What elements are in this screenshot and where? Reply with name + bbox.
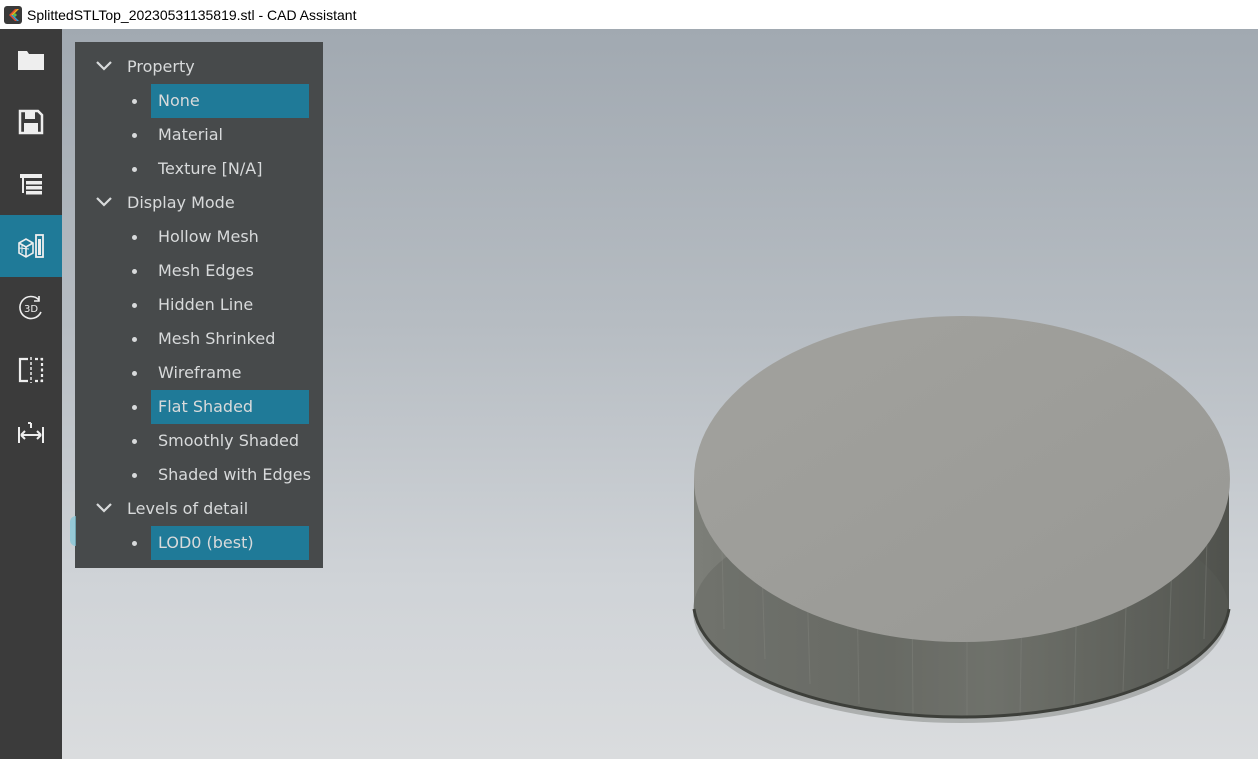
open-file-button[interactable] [0,29,62,91]
option-shaded-with-edges[interactable]: Shaded with Edges [75,458,323,492]
bullet-icon [132,99,137,104]
option-flat-shaded[interactable]: Flat Shaded [75,390,323,424]
option-mesh-shrinked[interactable]: Mesh Shrinked [75,322,323,356]
app-logo-icon [4,5,22,24]
bullet-icon [132,473,137,478]
option-hollow-mesh[interactable]: Hollow Mesh [75,220,323,254]
option-smoothly-shaded[interactable]: Smoothly Shaded [75,424,323,458]
option-box[interactable]: Mesh Shrinked [151,322,309,356]
option-box[interactable]: Texture [N/A] [151,152,309,186]
option-box[interactable]: Mesh Edges [151,254,309,288]
option-lod0-best[interactable]: LOD0 (best) [75,526,323,560]
bullet-icon [132,439,137,444]
option-label: Shaded with Edges [158,465,311,484]
clipping-plane-button[interactable] [0,339,62,401]
option-box[interactable]: None [151,84,309,118]
group-header-display-mode[interactable]: Display Mode [75,186,323,220]
window-titlebar: SplittedSTLTop_20230531135819.stl - CAD … [0,0,1258,29]
model-tree-button[interactable] [0,153,62,215]
option-label: Mesh Edges [158,261,254,280]
option-hidden-line[interactable]: Hidden Line [75,288,323,322]
option-box[interactable]: Material [151,118,309,152]
option-box[interactable]: Hollow Mesh [151,220,309,254]
bullet-icon [132,337,137,342]
bullet-icon [132,133,137,138]
bullet-icon [132,541,137,546]
save-button[interactable] [0,91,62,153]
group-label: Property [127,57,195,76]
option-label: LOD0 (best) [158,533,254,552]
option-label: Texture [N/A] [158,159,263,178]
option-label: Hidden Line [158,295,254,314]
option-box[interactable]: LOD0 (best) [151,526,309,560]
bullet-icon [132,371,137,376]
group-label: Display Mode [127,193,235,212]
option-label: Smoothly Shaded [158,431,299,450]
chevron-down-icon [96,503,112,513]
option-box[interactable]: Smoothly Shaded [151,424,309,458]
display-settings-icon [18,234,44,258]
svg-text:3D: 3D [24,304,38,315]
option-box[interactable]: Flat Shaded [151,390,309,424]
bullet-icon [132,167,137,172]
group-header-property[interactable]: Property [75,50,323,84]
option-label: Wireframe [158,363,242,382]
option-label: Material [158,125,223,144]
window-title: SplittedSTLTop_20230531135819.stl - CAD … [27,6,357,23]
option-label: Hollow Mesh [158,227,259,246]
display-settings-panel: Property None Material Texture [N/A] Display… [75,42,323,568]
option-box[interactable]: Wireframe [151,356,309,390]
measure-icon [18,422,44,443]
measure-button[interactable] [0,401,62,463]
display-settings-button[interactable] [0,215,62,277]
group-header-levels-of-detail[interactable]: Levels of detail [75,492,323,526]
option-mesh-edges[interactable]: Mesh Edges [75,254,323,288]
bullet-icon [132,405,137,410]
save-icon [18,109,44,135]
bullet-icon [132,235,137,240]
model-tree-icon [20,174,42,195]
sidebar: 3D [0,29,62,759]
3d-rotate-icon: 3D [19,295,42,320]
3d-view-button[interactable]: 3D [0,277,62,339]
bullet-icon [132,303,137,308]
bullet-icon [132,269,137,274]
chevron-down-icon [96,61,112,71]
option-box[interactable]: Hidden Line [151,288,309,322]
clipping-plane-icon [18,357,44,383]
option-box[interactable]: Shaded with Edges [151,458,311,492]
option-none[interactable]: None [75,84,323,118]
option-label: Mesh Shrinked [158,329,276,348]
option-wireframe[interactable]: Wireframe [75,356,323,390]
option-texture-n-a[interactable]: Texture [N/A] [75,152,323,186]
group-label: Levels of detail [127,499,249,518]
option-label: Flat Shaded [158,397,254,416]
panel-handle[interactable] [70,516,76,546]
folder-icon [18,51,44,70]
option-material[interactable]: Material [75,118,323,152]
option-label: None [158,91,200,110]
chevron-down-icon [96,197,112,207]
